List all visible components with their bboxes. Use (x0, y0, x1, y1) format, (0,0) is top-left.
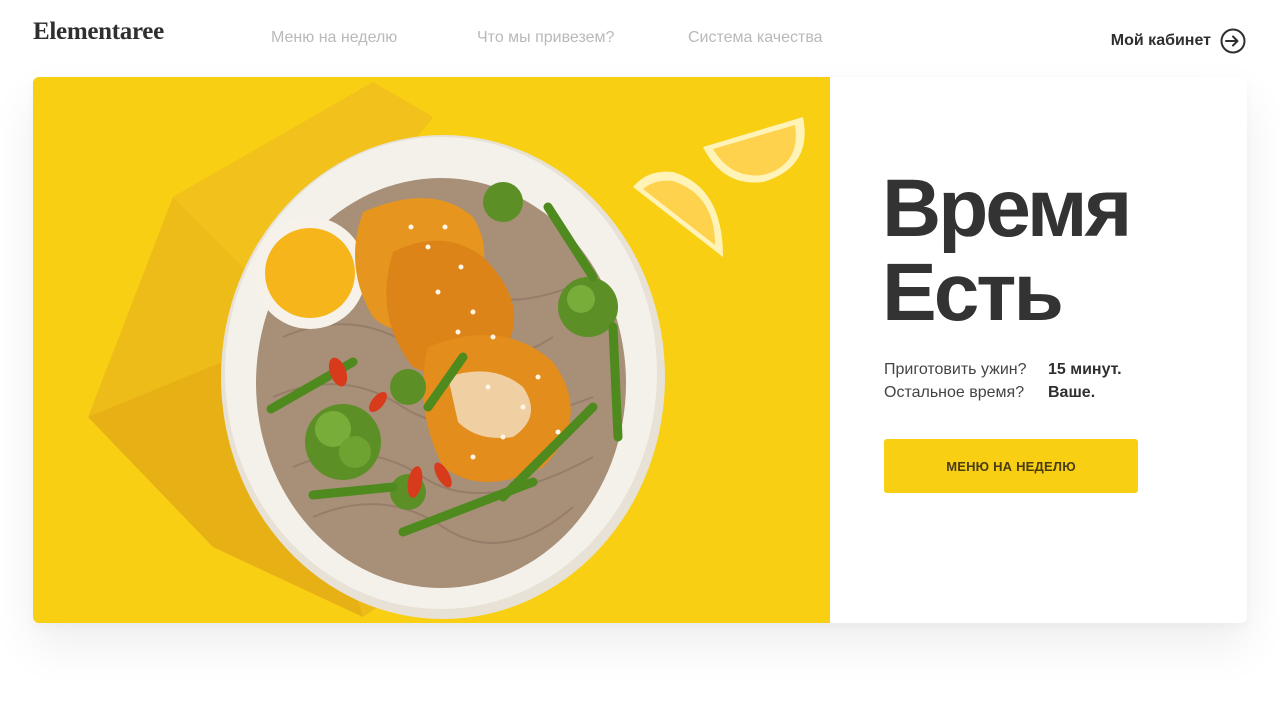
hero-headline-line-2: Есть (882, 247, 1064, 338)
hero-headline-line-1: Время (882, 163, 1132, 254)
tagline-row: Остальное время? Ваше. (884, 381, 1122, 404)
hero-food-image (33, 77, 830, 623)
my-cabinet-label: Мой кабинет (1110, 32, 1211, 49)
lemon-slice-1 (703, 117, 805, 183)
weekly-menu-button[interactable]: МЕНЮ НА НЕДЕЛЮ (884, 439, 1138, 493)
tagline-row: Приготовить ужин? 15 минут. (884, 358, 1122, 381)
hero-card: Время Есть Приготовить ужин? 15 минут. О… (33, 77, 1247, 623)
tagline-question: Остальное время? (884, 384, 1025, 401)
tagline-answer: 15 минут. (1048, 361, 1122, 378)
hero-tagline: Приготовить ужин? 15 минут. Остальное вр… (884, 358, 1122, 404)
my-cabinet-link[interactable]: Мой кабинет (1111, 27, 1247, 55)
login-arrow-circle-icon (1219, 27, 1247, 55)
tagline-question: Приготовить ужин? (884, 361, 1027, 378)
hero-headline: Время Есть (882, 163, 1132, 338)
nav-link-weekly-menu[interactable]: Меню на неделю (271, 29, 397, 47)
logo[interactable]: Elementaree (33, 18, 164, 46)
lemon-slice-2 (633, 171, 723, 257)
tagline-answer: Ваше. (1048, 384, 1096, 401)
site-header: Elementaree Меню на неделю Что мы привез… (0, 0, 1280, 78)
nav-link-what-we-deliver[interactable]: Что мы привезем? (477, 29, 614, 47)
nav-link-quality-system[interactable]: Система качества (688, 29, 823, 47)
